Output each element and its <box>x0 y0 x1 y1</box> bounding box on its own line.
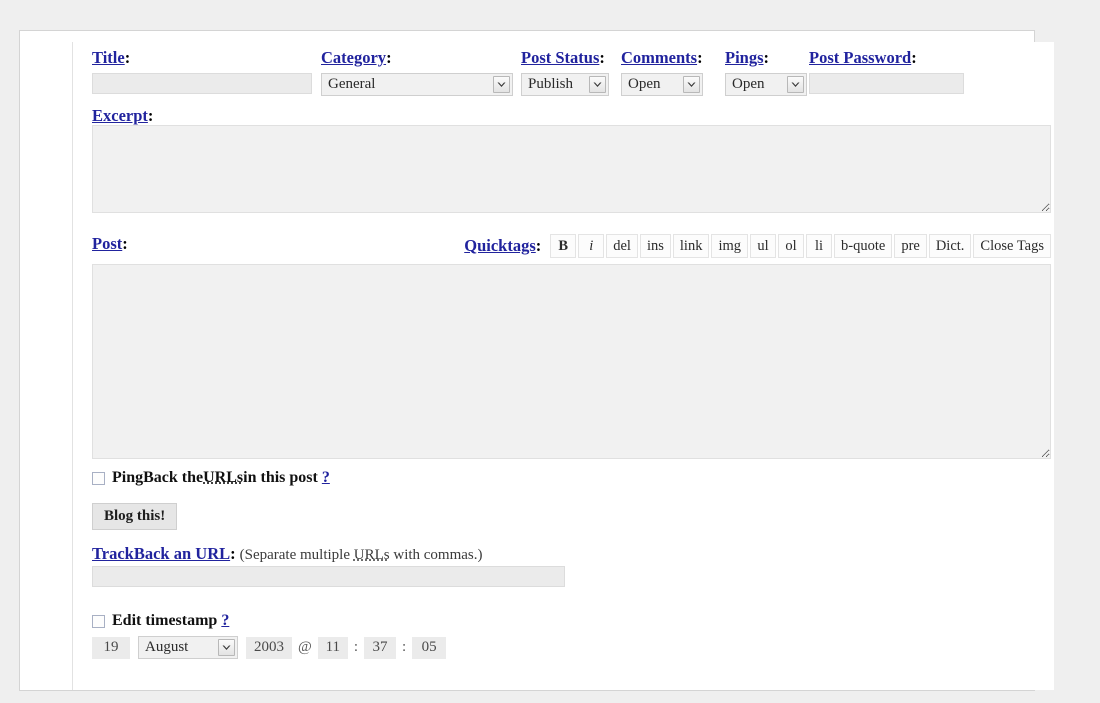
trackback-note-before: (Separate multiple <box>239 547 354 563</box>
post-label-colon: : <box>122 234 128 253</box>
post-textarea[interactable] <box>92 264 1051 459</box>
quicktag-button-del[interactable]: del <box>606 234 638 258</box>
editor-outer-panel: Title: Category: General Post Status: Pu… <box>19 30 1054 691</box>
pingback-urls-abbr: URLs <box>203 469 244 486</box>
excerpt-label: Excerpt: <box>92 106 153 126</box>
category-label-text[interactable]: Category <box>321 48 386 67</box>
post-password-label: Post Password: <box>809 48 964 68</box>
quicktag-button-pre[interactable]: pre <box>894 234 927 258</box>
edit-timestamp-label: Edit timestamp <box>112 612 218 629</box>
post-edit-form: Title: Category: General Post Status: Pu… <box>72 42 1054 690</box>
pings-field-group: Pings: Open <box>725 48 807 96</box>
trackback-note-after: with commas.) <box>389 547 483 563</box>
screen: Title: Category: General Post Status: Pu… <box>0 0 1100 703</box>
quicktags-label-colon: : <box>535 236 542 255</box>
pingback-help-link[interactable]: ? <box>322 469 330 487</box>
quicktag-button-ins[interactable]: ins <box>639 234 671 258</box>
timestamp-separator-1: : <box>353 639 358 655</box>
post-status-label-colon: : <box>599 48 605 67</box>
pingback-row: PingBack the URLs in this post? <box>92 469 330 487</box>
timestamp-hour-input[interactable]: 11 <box>317 636 348 659</box>
quicktag-button-link[interactable]: link <box>672 234 710 258</box>
edit-timestamp-row: Edit timestamp? <box>92 612 229 630</box>
category-select-value: General <box>328 76 376 92</box>
timestamp-day-input[interactable]: 19 <box>92 636 130 659</box>
quicktags-toolbar: Quicktags: B i del ins link img ul ol li… <box>403 233 1051 259</box>
post-password-label-text[interactable]: Post Password <box>809 48 911 67</box>
post-status-select[interactable]: Publish <box>521 73 609 96</box>
quicktag-button-b-quote[interactable]: b-quote <box>834 234 893 258</box>
post-label-text[interactable]: Post <box>92 234 122 253</box>
chevron-down-icon[interactable] <box>683 76 700 93</box>
top-fields-row: Title: Category: General Post Status: Pu… <box>73 42 1055 102</box>
pings-label-colon: : <box>763 48 770 67</box>
pingback-checkbox[interactable] <box>92 471 105 485</box>
chevron-down-icon[interactable] <box>787 76 804 93</box>
timestamp-at-symbol: @ <box>298 639 312 655</box>
pings-select-value: Open <box>732 76 765 92</box>
category-field-group: Category: General <box>321 48 513 96</box>
comments-label-text[interactable]: Comments <box>621 48 697 67</box>
quicktag-button-dict[interactable]: Dict. <box>928 234 972 258</box>
post-password-field-group: Post Password: <box>809 48 964 94</box>
excerpt-textarea[interactable] <box>92 125 1051 213</box>
quicktag-button-img[interactable]: img <box>711 234 749 258</box>
comments-label: Comments: <box>621 48 703 68</box>
quicktag-button-ol[interactable]: ol <box>778 234 805 258</box>
quicktag-button-italic[interactable]: i <box>578 234 605 258</box>
trackback-label-text[interactable]: TrackBack an URL <box>92 544 230 563</box>
edit-timestamp-help-link[interactable]: ? <box>221 612 229 630</box>
post-password-label-colon: : <box>911 48 917 67</box>
title-field-group: Title: <box>92 48 312 94</box>
category-select[interactable]: General <box>321 73 513 96</box>
blog-this-button[interactable]: Blog this! <box>92 503 178 530</box>
category-label: Category: <box>321 48 513 68</box>
post-password-input[interactable] <box>809 73 964 94</box>
timestamp-fields: 19 August 2003 @ 11 : 37 : 05 <box>92 636 447 659</box>
trackback-row: TrackBack an URL: (Separate multiple URL… <box>92 544 483 564</box>
comments-label-colon: : <box>697 48 703 67</box>
trackback-note-abbr: URLs <box>353 547 390 563</box>
comments-select[interactable]: Open <box>621 73 703 96</box>
pingback-text-before: PingBack the <box>112 469 204 486</box>
edit-timestamp-checkbox[interactable] <box>92 614 105 628</box>
title-input[interactable] <box>92 73 312 94</box>
comments-select-value: Open <box>628 76 661 92</box>
quicktags-label: Quicktags: <box>464 236 541 256</box>
post-status-field-group: Post Status: Publish <box>521 48 609 96</box>
title-label-colon: : <box>124 48 131 67</box>
timestamp-minute-input[interactable]: 37 <box>364 636 396 659</box>
title-label-text[interactable]: Title <box>92 48 125 67</box>
title-label: Title: <box>92 48 312 68</box>
pings-label: Pings: <box>725 48 807 68</box>
quicktag-button-ul[interactable]: ul <box>750 234 777 258</box>
pingback-text-after: in this post <box>243 469 318 486</box>
pings-select[interactable]: Open <box>725 73 807 96</box>
timestamp-year-input[interactable]: 2003 <box>246 636 292 659</box>
quicktag-button-li[interactable]: li <box>806 234 833 258</box>
quicktag-button-bold[interactable]: B <box>550 234 577 258</box>
quicktag-button-close-tags[interactable]: Close Tags <box>973 234 1051 258</box>
trackback-url-input[interactable] <box>92 566 565 587</box>
category-label-colon: : <box>386 48 392 67</box>
timestamp-separator-2: : <box>402 639 407 655</box>
timestamp-month-select[interactable]: August <box>138 636 238 659</box>
timestamp-month-value: August <box>145 639 189 655</box>
excerpt-label-colon: : <box>147 106 154 125</box>
post-label: Post: <box>92 234 128 254</box>
post-status-label: Post Status: <box>521 48 609 68</box>
pings-label-text[interactable]: Pings <box>725 48 764 67</box>
timestamp-second-input[interactable]: 05 <box>412 636 447 659</box>
post-status-label-text[interactable]: Post Status <box>521 48 599 67</box>
trackback-label-colon: : <box>230 544 236 563</box>
chevron-down-icon[interactable] <box>589 76 606 93</box>
post-status-select-value: Publish <box>528 76 574 92</box>
chevron-down-icon[interactable] <box>493 76 510 93</box>
excerpt-label-text[interactable]: Excerpt <box>92 106 148 125</box>
chevron-down-icon[interactable] <box>218 639 235 656</box>
comments-field-group: Comments: Open <box>621 48 703 96</box>
quicktags-label-text[interactable]: Quicktags <box>464 236 536 255</box>
